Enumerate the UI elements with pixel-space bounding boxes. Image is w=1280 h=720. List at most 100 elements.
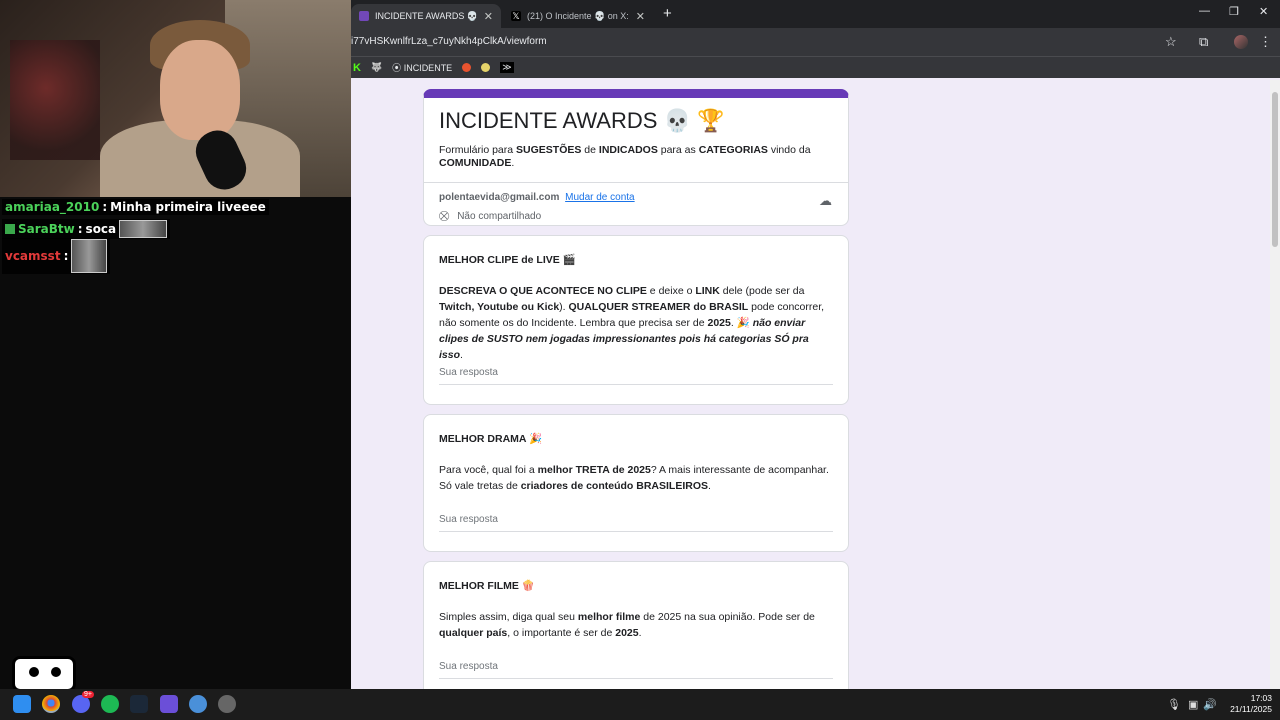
bold-text: qualquer país — [439, 627, 508, 639]
text-segment: . 🎉 — [730, 317, 753, 329]
text-segment: . — [460, 349, 463, 361]
steam-icon[interactable] — [130, 695, 148, 713]
address-bar[interactable]: i77vHSKwnlfrLza_c7uyNkh4pClkA/viewform ☆… — [351, 28, 1280, 56]
new-tab-icon[interactable]: + — [663, 5, 672, 22]
text-segment: . — [511, 157, 515, 169]
scrollbar-thumb[interactable] — [1272, 92, 1278, 247]
chat-text: Minha primeira liveeee — [110, 200, 266, 214]
app-icon[interactable] — [218, 695, 236, 713]
profile-avatar[interactable] — [1234, 35, 1248, 49]
bold-text: melhor filme — [577, 611, 641, 623]
text-segment: Formulário para — [439, 144, 517, 156]
bold-text: 2025 — [615, 627, 639, 639]
answer-placeholder: Sua resposta — [439, 514, 498, 525]
text-segment: , o importante é ser de — [507, 627, 616, 639]
clock-time: 17:03 — [1250, 693, 1272, 703]
not-shared-icon: ⛒ — [439, 211, 450, 222]
close-window-icon[interactable]: ✕ — [1259, 5, 1268, 18]
chat-username: SaraBtw — [18, 222, 75, 236]
text-segment: vindo da — [767, 144, 811, 156]
chat-message: amariaa_2010: Minha primeira liveeee — [2, 199, 269, 215]
question-title: MELHOR FILME 🍿 — [439, 580, 535, 592]
bold-text: COMUNIDADE — [439, 157, 512, 169]
bold-text: CATEGORIAS — [698, 144, 768, 156]
chat-text: soca — [85, 222, 117, 236]
network-icon[interactable]: ▣ — [1188, 698, 1198, 711]
bookmark-star-icon[interactable]: ☆ — [1165, 34, 1177, 50]
tab-label: (21) O Incidente 💀 on X: "RESP — [527, 10, 630, 21]
clock-date: 21/11/2025 — [1230, 704, 1272, 714]
restore-icon[interactable]: ❐ — [1229, 5, 1239, 18]
switch-account-link[interactable]: Mudar de conta — [565, 192, 635, 203]
answer-input[interactable]: Sua resposta — [439, 367, 833, 385]
text-segment: . — [708, 480, 711, 492]
bold-text: melhor TRETA de 2025 — [537, 464, 651, 476]
tab-label: INCIDENTE AWARDS 💀 🏆 — [375, 10, 478, 21]
text-segment: e deixe o — [646, 285, 696, 297]
windows-start-icon[interactable] — [13, 695, 31, 713]
form-title: INCIDENTE AWARDS 💀 🏆 — [439, 108, 725, 133]
x-logo-icon: 𝕏 — [511, 11, 521, 21]
not-shared-label: Não compartilhado — [457, 211, 542, 222]
bold-text: 2025 — [707, 317, 731, 329]
question-description: Simples assim, diga qual seu melhor film… — [439, 609, 834, 641]
text-segment: de 2025 na sua opinião. Pode ser de — [640, 611, 815, 623]
hat-bookmark-icon[interactable] — [481, 63, 491, 72]
close-tab-icon[interactable]: ✕ — [636, 10, 645, 23]
chat-username: vcamsst — [5, 249, 61, 263]
close-tab-icon[interactable]: ✕ — [484, 10, 493, 23]
webcam-feed — [0, 0, 351, 197]
windows-taskbar: 9+ 🎙 ▣ 🔊 17:03 21/11/2025 — [0, 689, 1280, 720]
wolf-bookmark-icon[interactable]: 🐺 — [371, 62, 382, 73]
notification-badge: 9+ — [82, 691, 94, 698]
bold-text: Twitch, Youtube ou Kick — [439, 301, 560, 313]
mascot-logo — [12, 656, 76, 692]
app-icon[interactable] — [160, 695, 178, 713]
text-segment: dele (pode ser da — [719, 285, 805, 297]
bold-text: criadores de conteúdo BRASILEIROS — [520, 480, 709, 492]
tab-incidente-awards[interactable]: INCIDENTE AWARDS 💀 🏆 ✕ — [351, 4, 501, 28]
bookmark-incidente[interactable]: ⦿ INCIDENTE — [392, 61, 452, 74]
kick-bookmark-icon[interactable]: K — [353, 62, 361, 74]
discord-icon[interactable]: 9+ — [72, 691, 94, 713]
text-segment: para as — [657, 144, 699, 156]
fire-bookmark-icon[interactable] — [462, 63, 472, 72]
extensions-icon[interactable]: ⧉ — [1199, 34, 1208, 50]
text-segment: ). — [559, 301, 569, 313]
text-segment: Para você, qual foi a — [439, 464, 538, 476]
bookmark-label: INCIDENTE — [403, 63, 453, 73]
answer-placeholder: Sua resposta — [439, 367, 498, 378]
chrome-icon[interactable] — [42, 695, 60, 713]
page-scrollbar[interactable] — [1270, 80, 1280, 689]
text-segment: Simples assim, diga qual seu — [439, 611, 578, 623]
answer-input[interactable]: Sua resposta — [439, 514, 833, 532]
forward-bookmark-icon[interactable]: ≫ — [500, 62, 514, 73]
answer-placeholder: Sua resposta — [439, 661, 498, 672]
menu-kebab-icon[interactable]: ⋮ — [1259, 34, 1272, 50]
emote-image — [71, 239, 108, 273]
answer-input[interactable]: Sua resposta — [439, 661, 833, 679]
sharing-status: ⛒ Não compartilhado — [439, 211, 541, 222]
volume-icon[interactable]: 🔊 — [1203, 698, 1217, 711]
tab-x-post[interactable]: 𝕏 (21) O Incidente 💀 on X: "RESP ✕ — [503, 4, 653, 28]
question-title: MELHOR DRAMA 🎉 — [439, 433, 543, 445]
microphone-icon[interactable]: 🎙 — [1167, 698, 1181, 711]
question-description: DESCREVA O QUE ACONTECE NO CLIPE e deixe… — [439, 283, 834, 363]
browser-window: INCIDENTE AWARDS 💀 🏆 ✕ 𝕏 (21) O Incident… — [351, 0, 1280, 689]
divider — [424, 182, 848, 183]
bold-text: SUGESTÕES — [516, 144, 582, 156]
account-info: polentaevida@gmail.com Mudar de conta — [439, 192, 635, 203]
chat-message: SaraBtw: soca — [2, 219, 171, 239]
question-description: Para você, qual foi a melhor TRETA de 20… — [439, 462, 834, 494]
account-email: polentaevida@gmail.com — [439, 192, 560, 203]
question-card: MELHOR FILME 🍿 Simples assim, diga qual … — [423, 561, 849, 689]
screen: amariaa_2010: Minha primeira liveeee Sar… — [0, 0, 1280, 720]
bold-text: DESCREVA O QUE ACONTECE NO CLIPE — [439, 285, 647, 297]
question-card: MELHOR CLIPE de LIVE 🎬 DESCREVA O QUE AC… — [423, 235, 849, 405]
app-icon[interactable] — [189, 695, 207, 713]
spotify-icon[interactable] — [101, 695, 119, 713]
system-clock[interactable]: 17:03 21/11/2025 — [1222, 693, 1272, 715]
form-page: INCIDENTE AWARDS 💀 🏆 Formulário para SUG… — [351, 80, 1270, 689]
url-text[interactable]: i77vHSKwnlfrLza_c7uyNkh4pClkA/viewform — [351, 36, 547, 47]
minimize-icon[interactable]: — — [1199, 5, 1210, 17]
